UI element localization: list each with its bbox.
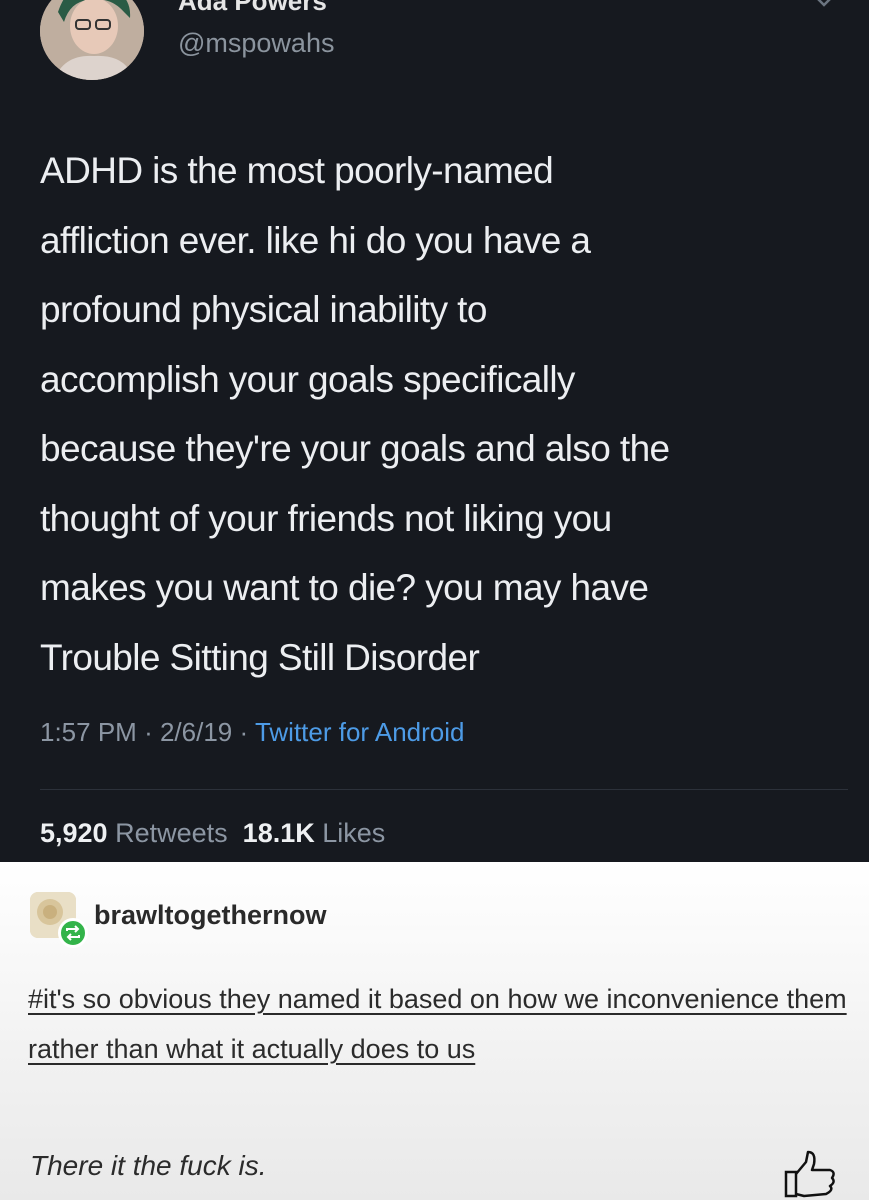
likes-label: Likes	[322, 818, 386, 848]
reblog-arrows-icon	[66, 925, 80, 941]
tweet-card: Ada Powers @mspowahs ADHD is the most po…	[0, 0, 869, 862]
retweets-label: Retweets	[115, 818, 228, 848]
likes-stat[interactable]: 18.1K Likes	[243, 818, 386, 848]
tweet-date[interactable]: 2/6/19	[160, 717, 232, 747]
tumblr-tags[interactable]: #it's so obvious they named it based on …	[28, 974, 848, 1074]
user-avatar[interactable]	[40, 0, 144, 80]
chevron-down-icon[interactable]	[812, 0, 836, 10]
tweet-time[interactable]: 1:57 PM	[40, 717, 137, 747]
meta-separator: ·	[239, 717, 249, 747]
display-name[interactable]: Ada Powers	[178, 0, 327, 17]
tweet-meta: 1:57 PM · 2/6/19 · Twitter for Android	[40, 717, 464, 748]
tumblr-username[interactable]: brawltogethernow	[94, 900, 327, 931]
retweets-count: 5,920	[40, 818, 108, 848]
tweet-stats: 5,920 Retweets 18.1K Likes	[40, 818, 385, 849]
tumblr-reblog: brawltogethernow #it's so obvious they n…	[0, 862, 869, 1200]
retweets-stat[interactable]: 5,920 Retweets	[40, 818, 228, 848]
thumbs-up-icon[interactable]	[778, 1150, 840, 1198]
tag-text[interactable]: #it's so obvious they named it based on …	[28, 984, 847, 1064]
likes-count: 18.1K	[242, 818, 315, 848]
meta-separator: ·	[144, 717, 153, 747]
avatar-photo-icon	[40, 0, 144, 80]
tweet-text: ADHD is the most poorly-named affliction…	[40, 150, 670, 678]
divider	[40, 789, 848, 790]
reblog-comment: There it the fuck is.	[30, 1150, 267, 1181]
reblog-icon	[58, 918, 88, 948]
user-handle[interactable]: @mspowahs	[178, 28, 334, 59]
tweet-source-link[interactable]: Twitter for Android	[255, 717, 465, 747]
